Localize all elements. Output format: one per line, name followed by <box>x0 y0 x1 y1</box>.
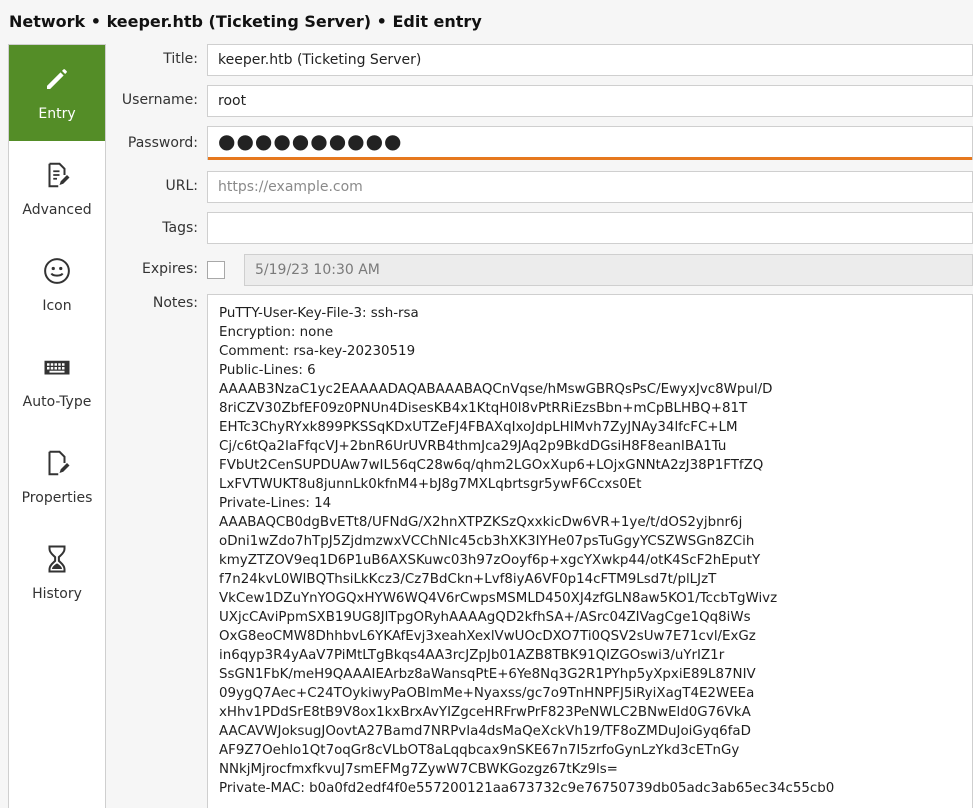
smiley-icon <box>44 258 70 284</box>
sidebar-item-label: Advanced <box>22 202 92 218</box>
sidebar-item-properties[interactable]: Properties <box>9 429 105 525</box>
notes-textarea[interactable]: PuTTY-User-Key-File-3: ssh-rsa Encryptio… <box>207 294 973 808</box>
password-input[interactable]: ●●●●●●●●●● <box>207 126 973 160</box>
title-input[interactable] <box>207 44 973 76</box>
sidebar-item-label: Icon <box>42 298 72 314</box>
sidebar-item-label: Entry <box>38 106 76 122</box>
username-input[interactable] <box>207 85 973 117</box>
sidebar-item-label: History <box>32 586 82 602</box>
sidebar-item-history[interactable]: History <box>9 525 105 621</box>
expires-checkbox[interactable] <box>207 261 225 279</box>
entry-form: Title: Username: Password: ●●●●●●●●●● UR… <box>106 44 973 808</box>
pencil-icon <box>47 69 67 89</box>
sidebar-item-label: Auto-Type <box>22 394 92 410</box>
expires-label: Expires: <box>142 261 198 277</box>
expires-datetime-input[interactable]: 5/19/23 10:30 AM <box>244 254 973 286</box>
sidebar-item-advanced[interactable]: Advanced <box>9 141 105 237</box>
keyboard-icon <box>44 360 70 375</box>
document-properties-icon <box>48 450 70 476</box>
hourglass-icon <box>48 545 66 573</box>
category-sidebar: Entry Advanced Icon Auto-Type Properties… <box>8 44 106 808</box>
sidebar-item-entry[interactable]: Entry <box>9 45 105 141</box>
username-label: Username: <box>121 92 198 108</box>
url-label: URL: <box>165 178 199 194</box>
url-input[interactable] <box>207 171 973 203</box>
password-label: Password: <box>127 135 198 151</box>
sidebar-item-label: Properties <box>21 490 93 506</box>
sidebar-item-auto-type[interactable]: Auto-Type <box>9 333 105 429</box>
document-edit-icon <box>48 162 70 188</box>
notes-label: Notes: <box>152 295 198 311</box>
sidebar-item-icon[interactable]: Icon <box>9 237 105 333</box>
tags-label: Tags: <box>162 220 198 236</box>
tags-input[interactable] <box>207 212 973 244</box>
title-label: Title: <box>163 51 198 67</box>
window-title: Network • keeper.htb (Ticketing Server) … <box>9 12 482 31</box>
